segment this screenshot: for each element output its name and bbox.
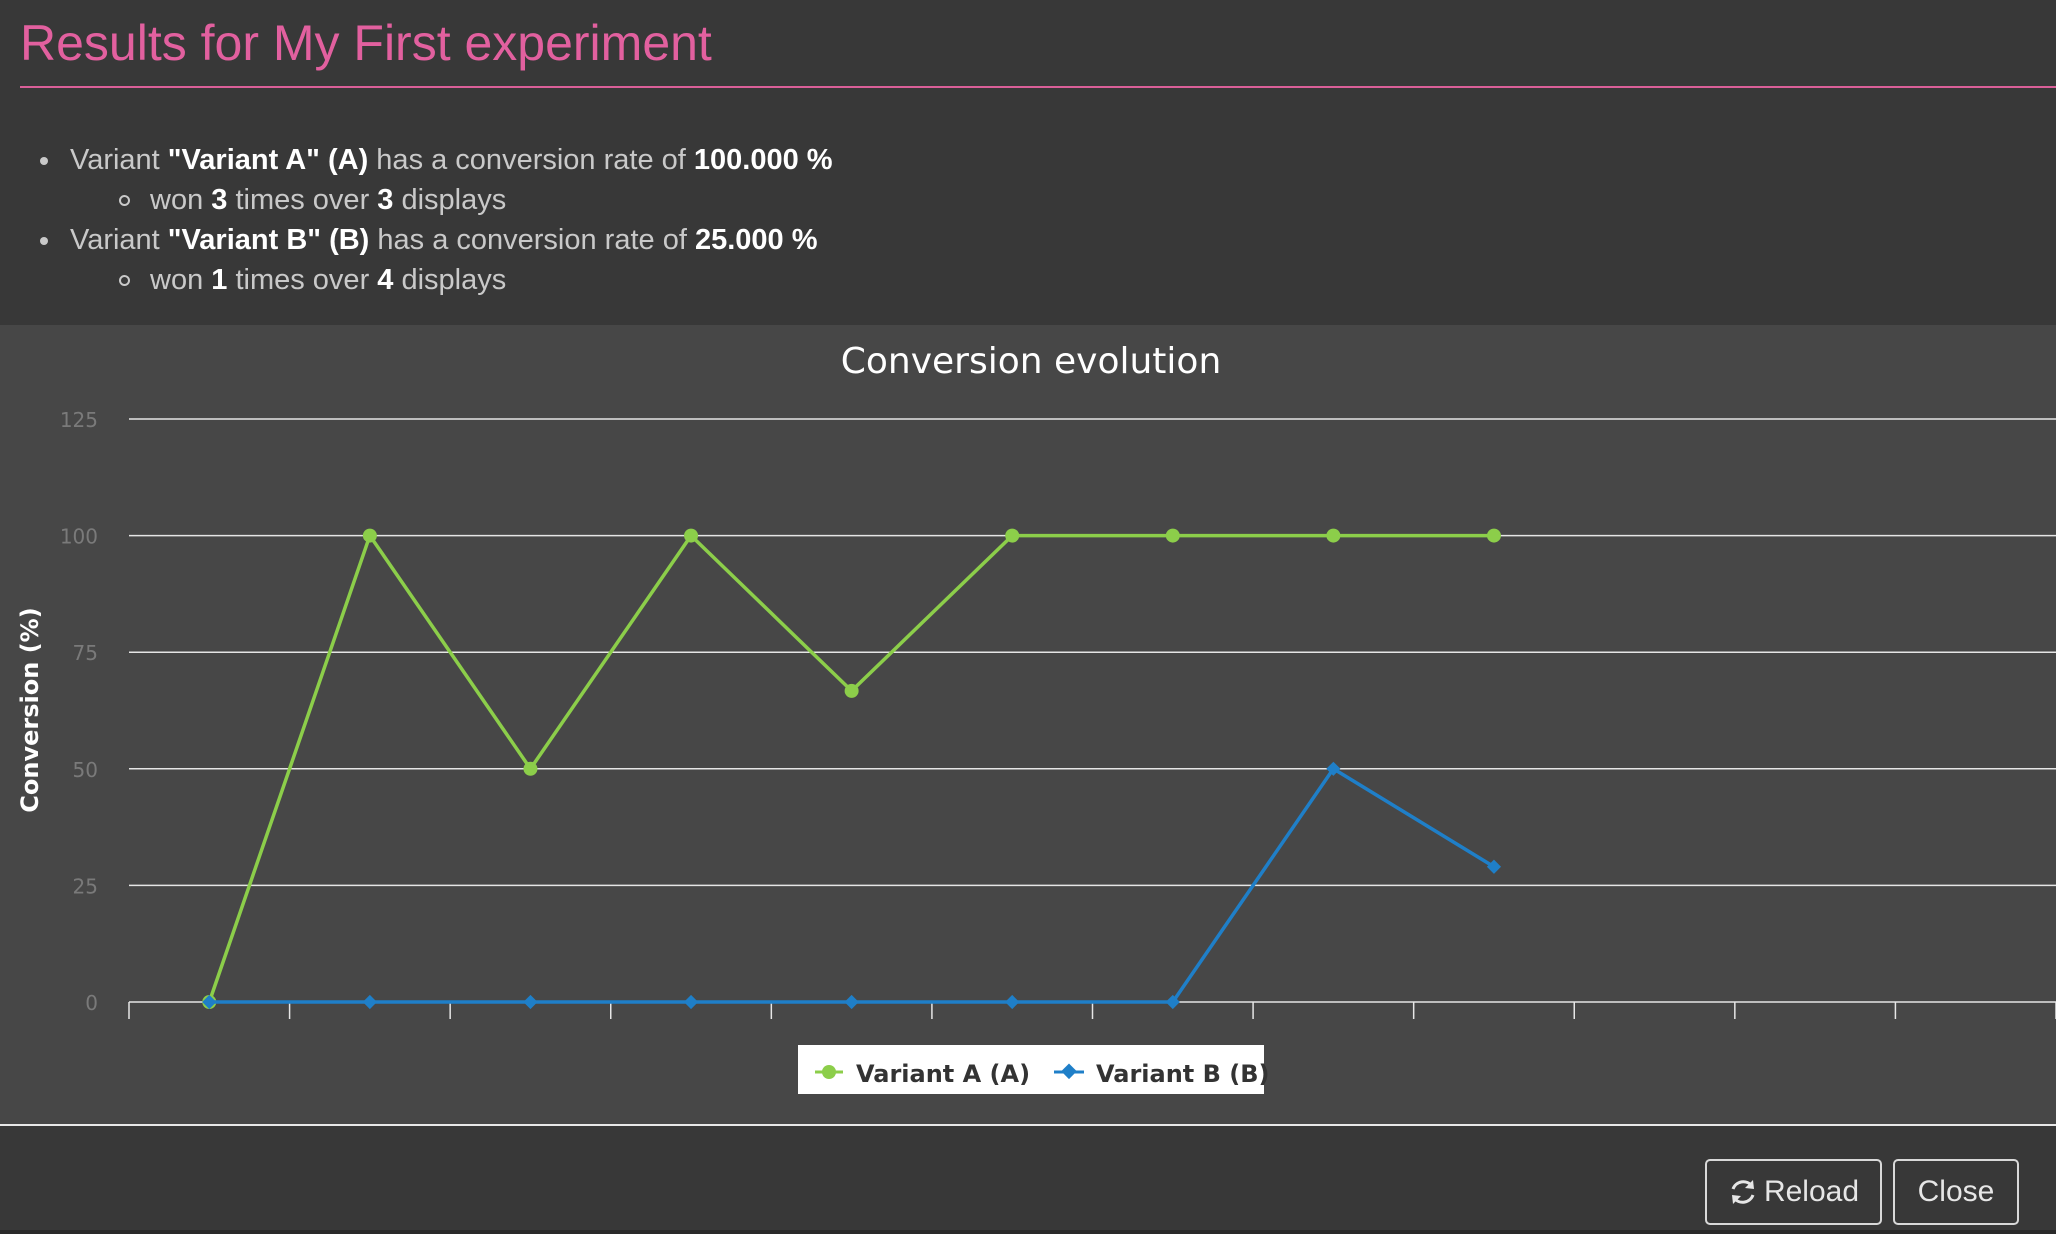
legend-label-variant-a: Variant A (A)	[856, 1060, 1030, 1088]
results-modal: Results for My First experiment Variant …	[0, 0, 2056, 1234]
variant-item-b: Variant "Variant B" (B) has a conversion…	[0, 220, 2056, 300]
close-button[interactable]: Close	[1893, 1159, 2019, 1225]
reload-button[interactable]: Reload	[1705, 1159, 1882, 1225]
y-tick-label: 75	[73, 641, 98, 665]
data-point	[523, 994, 538, 1010]
data-point	[362, 528, 377, 543]
data-point	[1165, 528, 1180, 543]
wins-count: 3	[211, 184, 228, 216]
modal-footer: Reload Close	[0, 1127, 2056, 1234]
circle-bullet-icon	[119, 195, 130, 206]
variant-rate-text: has a conversion rate of	[368, 144, 694, 176]
variant-name: "Variant A" (A)	[167, 144, 369, 176]
grid-layer: 0 25 50 75 100 125	[60, 408, 2056, 1015]
conversion-chart: Conversion evolution Conversion (%) 0 25 5…	[16, 341, 2056, 1094]
refresh-icon	[1731, 1180, 1755, 1204]
close-label: Close	[1917, 1175, 1995, 1208]
displays-count: 3	[377, 184, 394, 216]
x-axis	[128, 1002, 2056, 1019]
data-point	[1005, 994, 1020, 1010]
variant-rate-line: Variant "Variant A" (A) has a conversion…	[0, 140, 2056, 180]
won-prefix: won	[150, 264, 212, 296]
results-summary: Variant "Variant A" (A) has a conversion…	[0, 140, 2056, 300]
data-point	[684, 528, 699, 543]
variant-rate-line: Variant "Variant B" (B) has a conversion…	[0, 220, 2056, 260]
data-point	[1326, 528, 1341, 543]
displays-count: 4	[377, 264, 394, 296]
variant-rate-value: 25.000 %	[694, 224, 818, 256]
y-tick-label: 25	[73, 874, 98, 898]
won-mid: times over	[227, 264, 378, 296]
data-point	[1005, 528, 1020, 543]
y-tick-label: 0	[85, 991, 98, 1015]
data-point	[844, 683, 859, 698]
y-tick-label: 125	[60, 408, 98, 432]
data-point	[523, 761, 538, 776]
variant-item-a: Variant "Variant A" (A) has a conversion…	[0, 140, 2056, 220]
variant-rate-value: 100.000 %	[693, 144, 833, 176]
data-point	[362, 994, 377, 1010]
variant-prefix: Variant	[70, 144, 168, 176]
data-point	[1486, 528, 1501, 543]
wins-count: 1	[211, 264, 228, 296]
chart-title: Conversion evolution	[841, 341, 1222, 382]
chart-panel: Conversion evolution Conversion (%) 0 25 5…	[0, 325, 2056, 1126]
y-tick-label: 50	[73, 758, 98, 782]
reload-label: Reload	[1763, 1175, 1860, 1208]
bottom-divider	[0, 1230, 2056, 1234]
legend-label-variant-b: Variant B (B)	[1096, 1060, 1270, 1088]
variant-wins-line: won 3 times over 3 displays	[0, 180, 2056, 220]
variant-list: Variant "Variant A" (A) has a conversion…	[0, 140, 2056, 300]
modal-header: Results for My First experiment	[20, 0, 2056, 88]
variant-name: "Variant B" (B)	[167, 224, 370, 256]
bullet-icon	[40, 237, 48, 245]
y-axis-label: Conversion (%)	[16, 607, 44, 812]
won-suffix: displays	[393, 184, 507, 216]
variant-rate-text: has a conversion rate of	[369, 224, 695, 256]
variant-wins-line: won 1 times over 4 displays	[0, 260, 2056, 300]
data-point	[683, 994, 699, 1010]
legend-circle-icon	[822, 1065, 836, 1079]
bullet-icon	[40, 157, 48, 165]
won-suffix: displays	[393, 264, 507, 296]
variant-prefix: Variant	[70, 224, 168, 256]
y-tick-label: 100	[60, 525, 98, 549]
circle-bullet-icon	[119, 275, 130, 286]
modal-title: Results for My First experiment	[20, 15, 712, 71]
won-mid: times over	[227, 184, 378, 216]
legend: Variant A (A) Variant B (B)	[798, 1045, 1270, 1094]
data-point	[844, 994, 859, 1010]
won-prefix: won	[150, 184, 212, 216]
